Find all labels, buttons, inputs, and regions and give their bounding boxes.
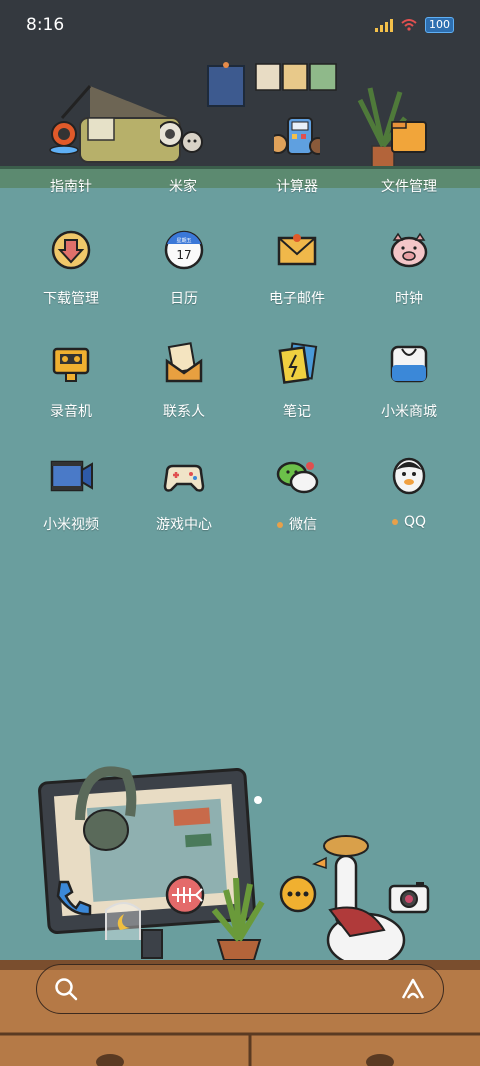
app-email[interactable]: 电子邮件 [242,228,352,308]
app-mi-store[interactable]: 小米商城 [354,341,464,421]
calendar-day: 17 [176,248,191,262]
battery-icon: 100 [425,17,454,33]
status-icons: 100 [375,17,454,33]
qq-icon [392,457,426,495]
app-calculator[interactable]: 计算器 [242,116,352,196]
app-label: 时钟 [395,291,423,307]
mijia-icon [157,121,203,153]
app-label: 米家 [169,179,197,195]
shortcut-message[interactable] [276,872,322,918]
search-bar[interactable] [36,964,444,1014]
pig-clock-icon [390,232,428,268]
app-clock[interactable]: 时钟 [354,228,464,308]
desk-drawers [0,1032,480,1066]
app-label: 文件管理 [381,179,437,195]
video-icon [50,460,93,492]
app-qq[interactable]: QQ [354,454,464,530]
search-icon[interactable] [53,976,79,1002]
wallpaper-desk-illustration [38,766,406,960]
mail-icon [277,234,317,266]
notes-icon [278,342,318,384]
app-recorder[interactable]: 录音机 [16,341,126,421]
app-wechat[interactable]: 微信 [242,454,352,534]
fish-bone-icon [165,875,205,915]
app-label: 日历 [170,291,198,307]
app-contacts[interactable]: 联系人 [129,341,239,421]
app-mi-video[interactable]: 小米视频 [16,454,126,534]
camera-icon [388,882,430,914]
wifi-icon [401,19,417,31]
app-label-text: 微信 [289,517,317,533]
shortcut-camera[interactable] [386,876,432,922]
app-label: 联系人 [163,404,205,420]
app-label-text: QQ [403,514,427,530]
gamepad-icon [163,464,205,492]
app-label: 电子邮件 [269,291,325,307]
wechat-icon [276,461,319,494]
app-calendar[interactable]: 星期五 17 日历 [129,228,239,308]
calendar-weekday: 星期五 [176,238,191,244]
app-label: 小米商城 [381,404,437,420]
app-label: 游戏中心 [156,517,212,533]
app-notes[interactable]: 笔记 [242,341,352,421]
calculator-icon [268,117,327,155]
signal-icon [375,18,393,32]
recorder-icon [52,347,90,382]
compass-lamp-icon [49,121,79,155]
new-indicator-dot [277,522,283,528]
shortcut-fish[interactable] [162,872,208,918]
app-mijia[interactable]: 米家 [128,116,238,196]
app-download-manager[interactable]: 下载管理 [16,228,126,308]
status-time: 8:16 [26,15,65,35]
app-label: 小米视频 [43,517,99,533]
app-compass[interactable]: 指南针 [16,116,126,196]
contacts-icon [165,342,203,383]
app-label: 笔记 [283,404,311,420]
app-label: 计算器 [276,179,318,195]
app-label: QQ [354,514,464,530]
app-label: 录音机 [50,404,92,420]
download-icon [51,230,91,270]
app-label: 微信 [242,514,352,534]
status-bar: 8:16 100 [0,0,480,50]
app-label: 下载管理 [43,291,99,307]
message-icon [279,875,317,913]
shop-icon [390,345,428,383]
app-file-manager[interactable]: 文件管理 [354,116,464,196]
shortcut-phone[interactable] [50,874,96,920]
calendar-icon: 星期五 17 [164,230,204,270]
folder-icon [391,121,427,153]
app-game-center[interactable]: 游戏中心 [129,454,239,534]
new-indicator-dot [391,519,398,525]
assistant-icon[interactable] [399,976,427,1002]
app-label: 指南针 [50,179,92,195]
phone-icon [56,880,92,916]
